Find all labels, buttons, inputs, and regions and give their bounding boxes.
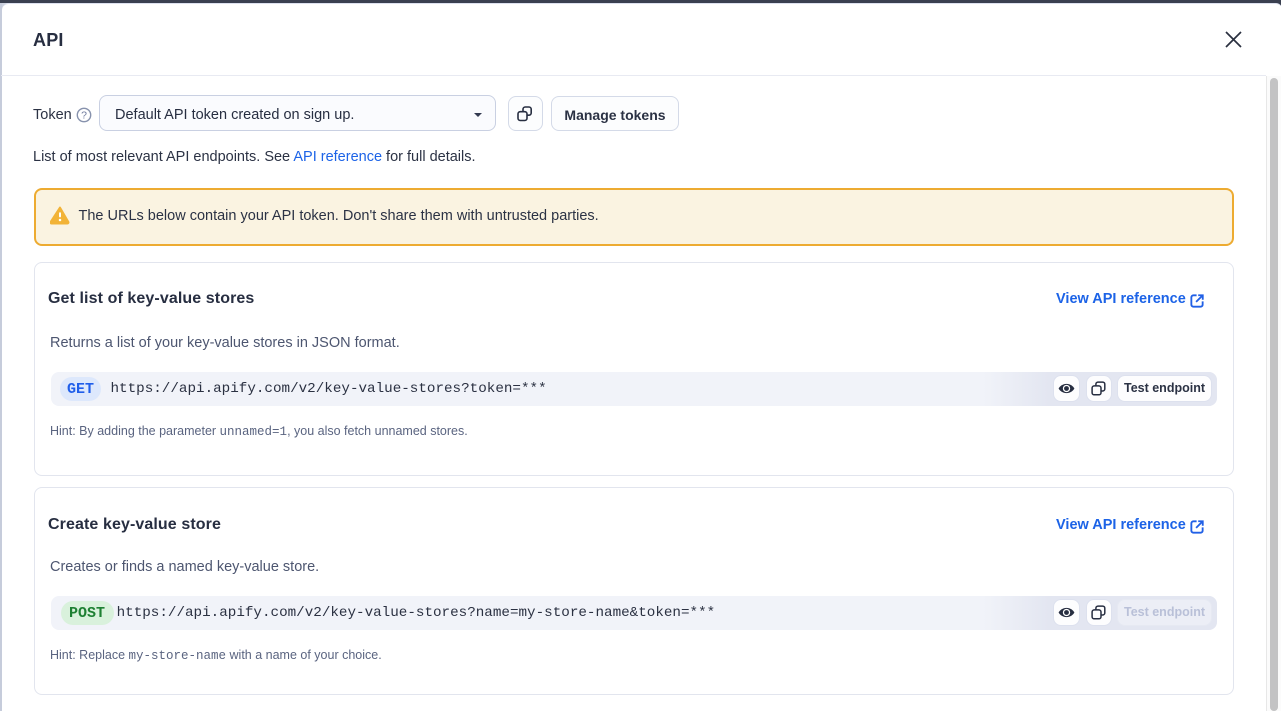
svg-text:?: ? [81, 109, 87, 121]
